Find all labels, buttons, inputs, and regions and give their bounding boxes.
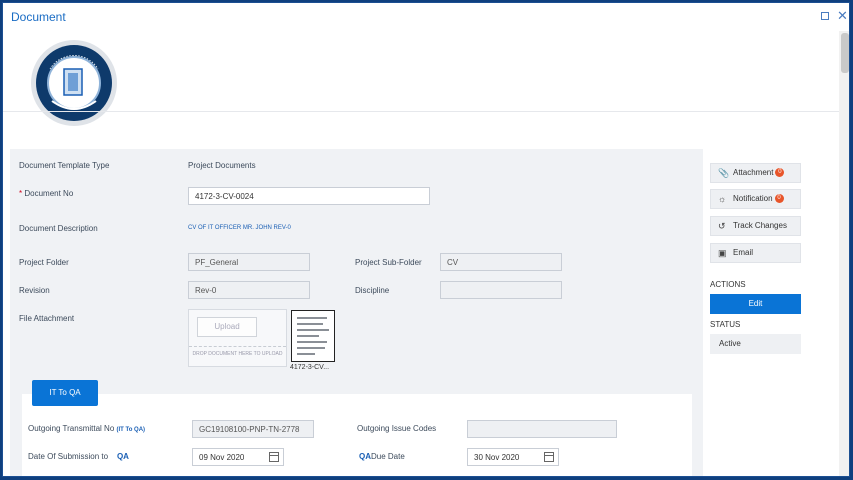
required-marker: * xyxy=(19,189,23,198)
due-date-label-wrap: QADue Date xyxy=(359,452,405,461)
doc-no-label-wrap: * Document No xyxy=(19,189,73,198)
thumbnail-line xyxy=(297,347,325,349)
submission-label-wrap: Date Of Submission to QA xyxy=(28,452,129,461)
subfolder-field[interactable]: CV xyxy=(440,253,562,271)
upload-button[interactable]: Upload xyxy=(197,317,257,337)
thumbnail-line xyxy=(297,329,329,331)
track-changes-button[interactable]: ↺ Track Changes xyxy=(710,216,801,236)
thumbnail-line xyxy=(297,341,327,343)
submission-date-value: 09 Nov 2020 xyxy=(199,453,245,462)
workflow-panel: Outgoing Transmittal No (IT To QA) GC191… xyxy=(22,394,692,476)
template-type-value: Project Documents xyxy=(188,161,256,170)
thumbnail-line xyxy=(297,323,323,325)
close-icon[interactable]: ✕ xyxy=(837,8,848,24)
document-window: Document ✕ Document Template Type Projec… xyxy=(2,2,850,477)
due-date-label: Due Date xyxy=(371,452,405,461)
thumbnail-line xyxy=(297,353,315,355)
drop-zone[interactable]: DROP DOCUMENT HERE TO UPLOAD xyxy=(189,346,286,366)
synergy-logo xyxy=(31,40,117,126)
scroll-thumb[interactable] xyxy=(841,33,849,73)
subfolder-label: Project Sub-Folder xyxy=(355,258,422,267)
template-type-label: Document Template Type xyxy=(19,161,110,170)
bell-icon: ☼ xyxy=(718,194,727,204)
outgoing-issue-codes-field[interactable] xyxy=(467,420,617,438)
submission-date-field[interactable]: 09 Nov 2020 xyxy=(192,448,284,466)
doc-no-input[interactable]: 4172-3-CV-0024 xyxy=(188,187,430,205)
email-button[interactable]: ▣ Email xyxy=(710,243,801,263)
status-heading: STATUS xyxy=(710,320,741,329)
notification-button[interactable]: ☼ Notification 0 xyxy=(710,189,801,209)
attachment-label: Attachment xyxy=(733,168,774,177)
status-badge: Active xyxy=(710,334,801,354)
revision-field[interactable]: Rev-0 xyxy=(188,281,310,299)
logo-header xyxy=(3,31,839,126)
track-changes-label: Track Changes xyxy=(733,221,787,230)
header-divider xyxy=(3,111,839,112)
outgoing-transmittal-label: Outgoing Transmittal No xyxy=(28,424,115,433)
revision-label: Revision xyxy=(19,286,50,295)
outgoing-transmittal-field[interactable]: GC19108100-PNP-TN-2778 xyxy=(192,420,314,438)
thumbnail-filename: 4172-3-CV... xyxy=(290,364,330,371)
outgoing-issue-codes-label: Outgoing Issue Codes xyxy=(357,424,437,433)
actions-heading: ACTIONS xyxy=(710,280,746,289)
history-icon: ↺ xyxy=(718,221,726,231)
notification-count-badge: 0 xyxy=(774,194,784,204)
edit-button[interactable]: Edit xyxy=(710,294,801,314)
attachment-button[interactable]: 📎 Attachment 0 xyxy=(710,163,801,183)
calendar-icon[interactable] xyxy=(544,452,554,462)
title-bar: Document ✕ xyxy=(3,3,849,31)
document-thumbnail[interactable] xyxy=(291,310,335,362)
attachment-count-badge: 0 xyxy=(775,168,785,178)
tab-it-to-qa[interactable]: IT To QA xyxy=(32,380,98,406)
paperclip-icon: 📎 xyxy=(718,168,730,178)
discipline-label: Discipline xyxy=(355,286,390,295)
notification-label: Notification xyxy=(733,194,773,203)
email-label: Email xyxy=(733,248,754,257)
project-folder-label: Project Folder xyxy=(19,258,69,267)
file-attachment-label: File Attachment xyxy=(19,314,75,323)
doc-no-label: Document No xyxy=(24,189,74,198)
due-prefix: QA xyxy=(359,452,371,461)
description-value: CV OF IT OFFICER MR. JOHN REV-0 xyxy=(188,225,291,231)
calendar-icon[interactable] xyxy=(269,452,279,462)
maximize-icon[interactable] xyxy=(821,12,829,20)
description-label: Document Description xyxy=(19,224,98,233)
submission-label: Date Of Submission to xyxy=(28,452,109,461)
due-date-field[interactable]: 30 Nov 2020 xyxy=(467,448,559,466)
window-title: Document xyxy=(11,10,66,24)
thumbnail-line xyxy=(297,335,319,337)
discipline-field[interactable] xyxy=(440,281,562,299)
due-date-value: 30 Nov 2020 xyxy=(474,453,520,462)
upload-area[interactable]: Upload DROP DOCUMENT HERE TO UPLOAD xyxy=(188,309,287,367)
outgoing-transmittal-suffix: (IT To QA) xyxy=(116,427,146,433)
thumbnail-line xyxy=(297,317,327,319)
email-icon: ▣ xyxy=(718,248,727,258)
submission-suffix: QA xyxy=(116,452,129,461)
outgoing-transmittal-label-wrap: Outgoing Transmittal No (IT To QA) xyxy=(28,424,145,433)
vertical-scrollbar[interactable] xyxy=(839,31,849,476)
document-form: Document Template Type Project Documents… xyxy=(10,149,703,476)
project-folder-field[interactable]: PF_General xyxy=(188,253,310,271)
